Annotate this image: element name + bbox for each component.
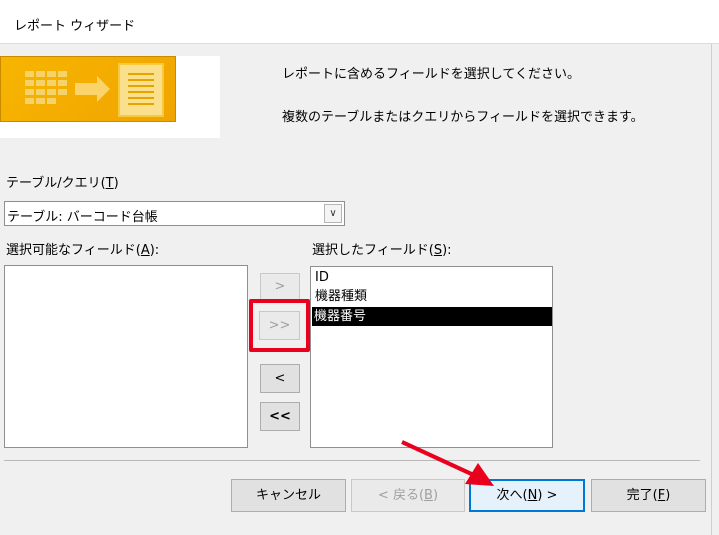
- pointer-arrow-line: [401, 440, 479, 479]
- annotation-overlay: [401, 440, 494, 486]
